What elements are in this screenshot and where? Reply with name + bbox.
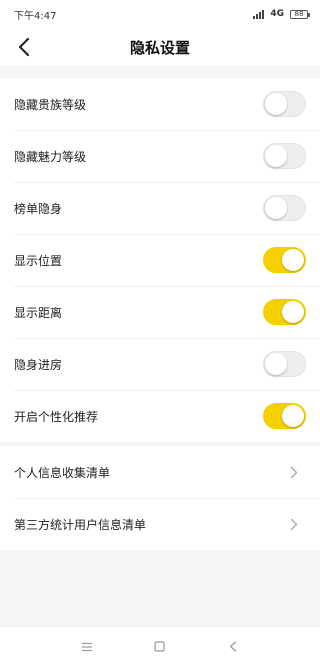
show-distance-toggle[interactable] [263,299,306,325]
network-type: 4G [270,9,284,19]
nav-bar: 隐私设置 [0,28,320,66]
invisible-enter-room-toggle[interactable] [263,351,306,377]
toggle-knob [282,301,304,323]
setting-row-show-location: 显示位置 [0,234,320,286]
toggle-knob [265,145,287,167]
toggle-knob [265,93,287,115]
setting-label: 开启个性化推荐 [14,409,99,424]
toggle-knob [265,353,287,375]
toggle-knob [282,405,304,427]
show-location-toggle[interactable] [263,247,306,273]
info-list-links: 个人信息收集清单 第三方统计用户信息清单 [0,446,320,550]
battery-icon: 88 [290,9,310,19]
setting-label: 隐身进房 [14,357,63,372]
third-party-info-list-link[interactable]: 第三方统计用户信息清单 [0,498,320,550]
link-label: 个人信息收集清单 [14,465,111,480]
personalized-recommendation-toggle[interactable] [263,403,306,429]
setting-label: 榜单隐身 [14,201,63,216]
setting-row-hide-charm-level: 隐藏魅力等级 [0,130,320,182]
menu-button[interactable] [75,635,99,659]
back-arrow-icon [18,37,30,57]
back-button[interactable] [10,32,38,62]
setting-label: 隐藏魅力等级 [14,149,87,164]
hide-noble-level-toggle[interactable] [263,91,306,117]
status-indicators: 4G 88 [253,9,310,19]
toggle-knob [265,197,287,219]
toggle-knob [282,249,304,271]
setting-label: 隐藏贵族等级 [14,97,87,112]
signal-icon [253,9,265,19]
page-title: 隐私设置 [129,38,190,57]
home-button[interactable] [148,635,172,659]
chevron-right-icon [290,518,298,530]
hide-charm-level-toggle[interactable] [263,143,306,169]
system-back-button[interactable] [221,635,245,659]
back-triangle-icon [230,641,237,652]
setting-label: 显示距离 [14,305,63,320]
setting-label: 显示位置 [14,253,63,268]
privacy-settings-list: 隐藏贵族等级 隐藏魅力等级 榜单隐身 显示位置 显示距离 隐身进房 开启个性化推… [0,78,320,442]
setting-row-personalized-recommendation: 开启个性化推荐 [0,390,320,442]
chevron-right-icon [290,466,298,478]
menu-icon [81,642,92,651]
setting-row-ranking-invisible: 榜单隐身 [0,182,320,234]
setting-row-hide-noble-level: 隐藏贵族等级 [0,78,320,130]
status-bar: 下午4:47 4G 88 [0,0,320,28]
ranking-invisible-toggle[interactable] [263,195,306,221]
status-time: 下午4:47 [14,10,57,22]
personal-info-list-link[interactable]: 个人信息收集清单 [0,446,320,498]
home-square-icon [154,641,166,652]
link-label: 第三方统计用户信息清单 [14,517,147,532]
system-nav-bar [0,626,320,666]
setting-row-invisible-enter-room: 隐身进房 [0,338,320,390]
setting-row-show-distance: 显示距离 [0,286,320,338]
